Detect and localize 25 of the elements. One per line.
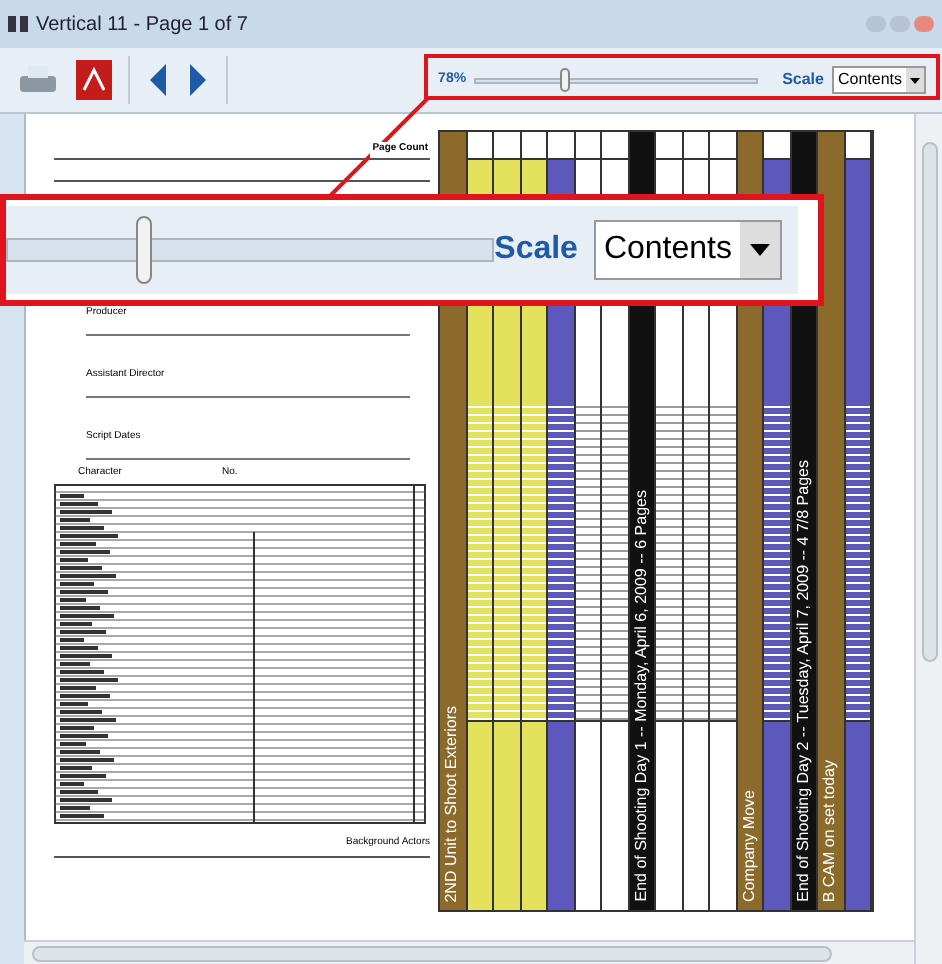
horizontal-scrollbar[interactable]	[24, 940, 914, 964]
vertical-scrollbar[interactable]	[914, 114, 942, 964]
banner-text: Company Move	[741, 789, 758, 902]
banner-text: B CAM on set today	[822, 759, 839, 902]
previous-icon[interactable]	[146, 62, 170, 98]
maximize-button[interactable]	[890, 16, 910, 32]
banner-text: End of Shooting Day 2 -- Tuesday, April 7, 2009 -- 4 7/8 Pages	[795, 460, 812, 902]
slider-track[interactable]	[6, 238, 495, 262]
scroll-thumb[interactable]	[921, 142, 937, 662]
slider-thumb[interactable]	[136, 216, 152, 284]
app-icon	[8, 16, 28, 32]
minimize-button[interactable]	[866, 16, 886, 32]
slider-thumb[interactable]	[559, 68, 570, 92]
scale-dropdown[interactable]: Contents	[593, 220, 782, 280]
next-icon[interactable]	[186, 62, 210, 98]
banner-text: End of Shooting Day 1 -- Monday, April 6, 2009 -- 6 Pages	[633, 490, 650, 902]
scale-dropdown[interactable]: Contents	[831, 66, 926, 94]
window-title: Vertical 11 - Page 1 of 7	[36, 11, 248, 39]
scroll-thumb[interactable]	[32, 945, 832, 961]
scale-label: Scale	[494, 230, 578, 270]
banner-text: 2ND Unit to Shoot Exteriors	[444, 705, 461, 902]
close-button[interactable]	[914, 16, 934, 32]
zoom-slider[interactable]	[474, 68, 759, 92]
scale-label: Scale	[782, 68, 824, 92]
printer-icon[interactable]	[16, 62, 60, 98]
